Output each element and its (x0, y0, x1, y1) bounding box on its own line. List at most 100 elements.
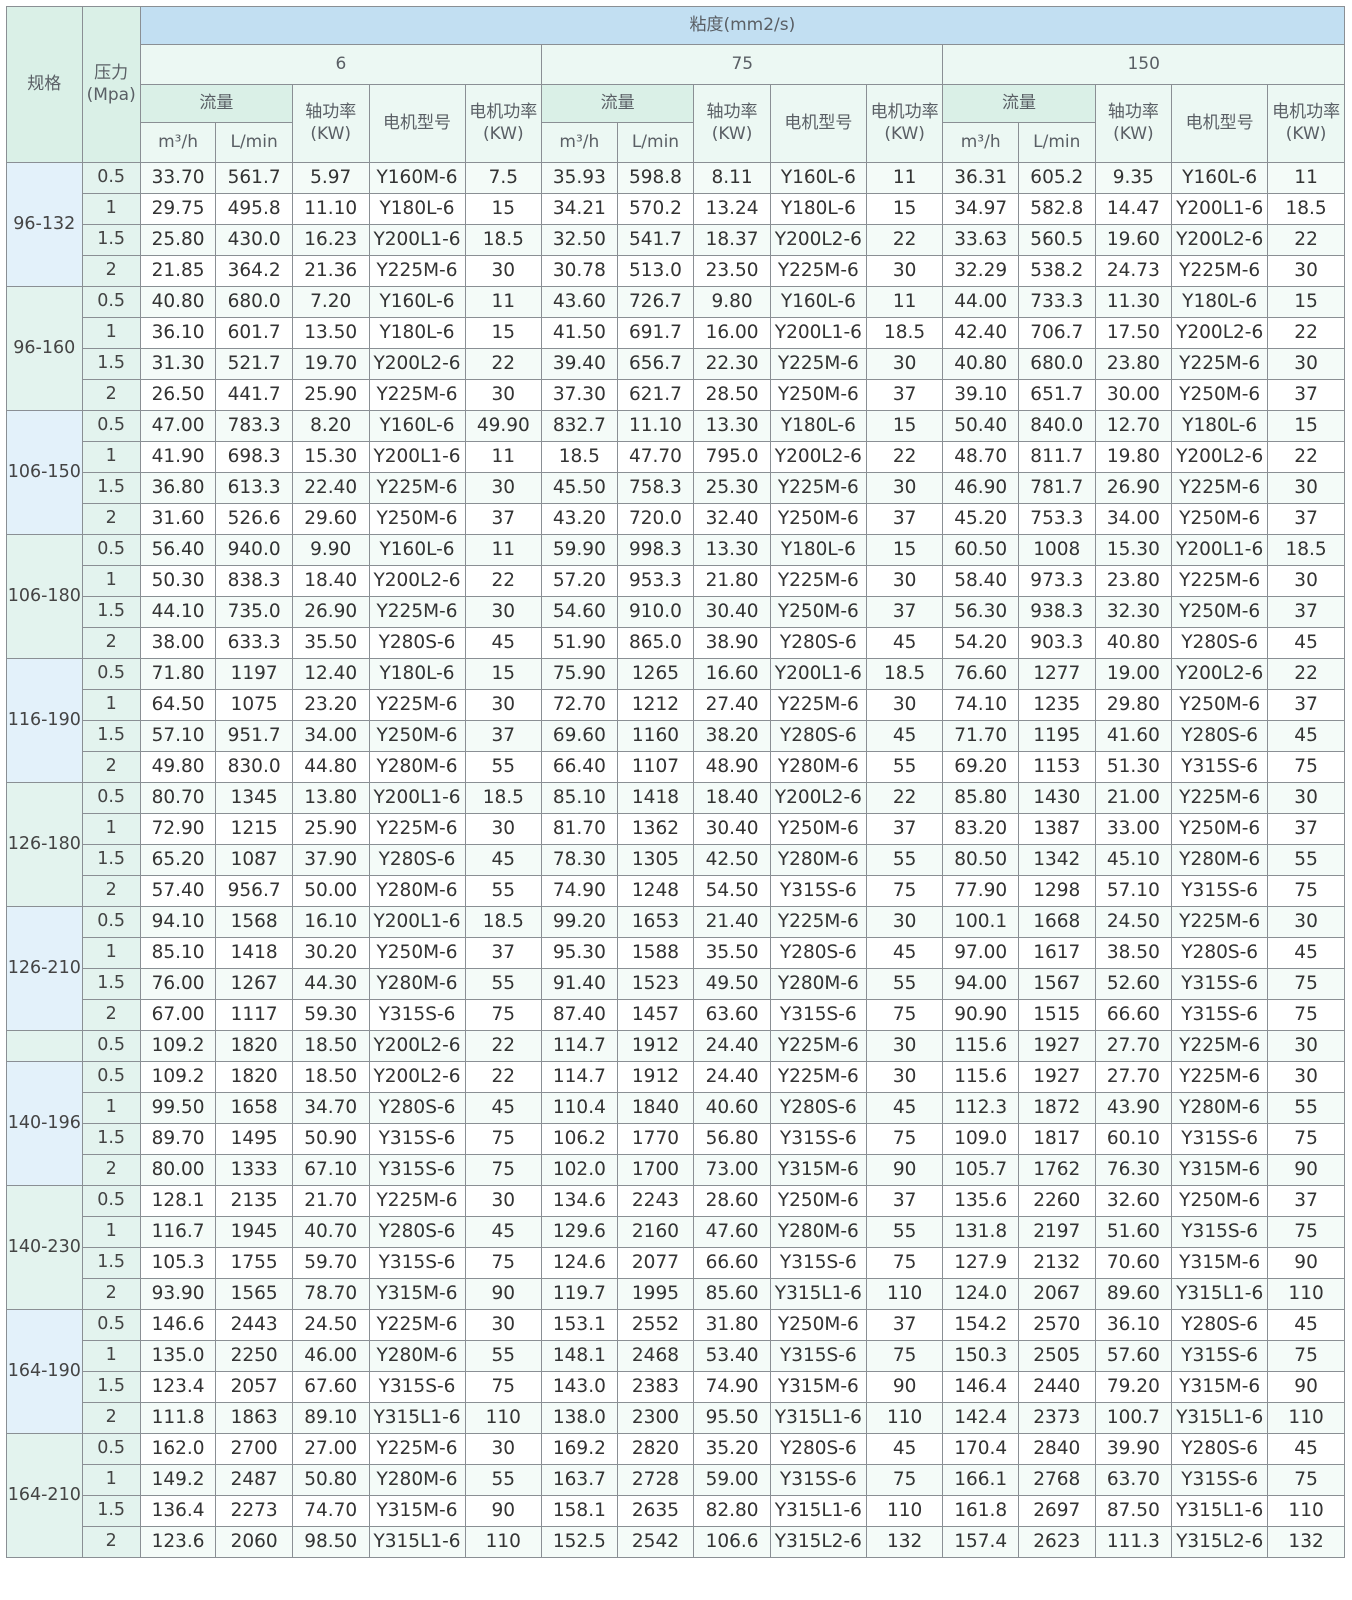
motor-power-cell: 11 (865, 286, 944, 318)
flow-lmin-cell: 2552 (616, 1309, 695, 1341)
motor-power-cell: 110 (865, 1278, 944, 1310)
flow-m3h-cell: 163.7 (541, 1464, 618, 1496)
motor-model-cell: Y315M-6 (1171, 1247, 1269, 1279)
header-shaft-power-label: 轴功率 (706, 102, 758, 123)
flow-lmin-cell: 2057 (215, 1371, 293, 1403)
motor-power-cell: 110 (1267, 1402, 1345, 1434)
spec-cell: 126-210 (6, 906, 83, 1031)
flow-m3h-cell: 45.50 (541, 472, 618, 504)
flow-m3h-cell: 58.40 (942, 565, 1019, 597)
motor-model-cell: Y250M-6 (769, 1185, 867, 1217)
flow-lmin-cell: 1195 (1017, 720, 1096, 752)
motor-model-cell: Y160L-6 (769, 162, 867, 194)
shaft-power-cell: 11.30 (1094, 286, 1173, 318)
motor-model-cell: Y250M-6 (769, 596, 867, 628)
pressure-cell: 1 (81, 317, 141, 349)
motor-model-cell: Y280S-6 (1171, 627, 1269, 659)
motor-model-cell: Y315S-6 (769, 875, 867, 907)
motor-power-cell: 75 (865, 875, 944, 907)
flow-m3h-cell: 119.7 (541, 1278, 618, 1310)
shaft-power-cell: 32.40 (693, 503, 771, 535)
shaft-power-cell: 5.97 (291, 162, 370, 194)
flow-lmin-cell: 1197 (215, 658, 293, 690)
motor-model-cell: Y225M-6 (1171, 782, 1269, 814)
motor-model-cell: Y160M-6 (368, 162, 466, 194)
flow-lmin-cell: 1235 (1017, 689, 1096, 721)
motor-power-cell: 30 (865, 472, 944, 504)
shaft-power-cell: 46.00 (291, 1340, 370, 1372)
header-motor-power-label: 电机功率 (870, 102, 939, 123)
flow-m3h-cell: 138.0 (541, 1402, 618, 1434)
motor-model-cell: Y315S-6 (769, 1123, 867, 1155)
flow-lmin-cell: 11.10 (616, 410, 695, 442)
flow-lmin-cell: 1248 (616, 875, 695, 907)
motor-model-cell: Y315S-6 (368, 1371, 466, 1403)
flow-lmin-cell: 1840 (616, 1092, 695, 1124)
motor-model-cell: Y200L1-6 (1171, 534, 1269, 566)
flow-lmin-cell: 680.0 (215, 286, 293, 318)
motor-power-cell: 15 (464, 193, 543, 225)
shaft-power-cell: 795.0 (693, 441, 771, 473)
shaft-power-cell: 19.80 (1094, 441, 1173, 473)
table-row: 1 29.75 495.8 11.10 Y180L-6 15 34.21 570.2 13.24… (7, 193, 1345, 225)
motor-model-cell: Y280S-6 (769, 720, 867, 752)
shaft-power-cell: 9.35 (1094, 162, 1173, 194)
shaft-power-cell: 45.10 (1094, 844, 1173, 876)
table-row: 1.5 105.3 1755 59.70 Y315S-6 75 124.6 2077 66.60… (7, 1247, 1345, 1279)
motor-power-cell: 22 (464, 1061, 543, 1093)
pressure-cell: 0.5 (81, 1309, 141, 1341)
motor-model-cell: Y280M-6 (368, 875, 466, 907)
flow-lmin-cell: 2697 (1017, 1495, 1096, 1527)
shaft-power-cell: 106.6 (693, 1526, 771, 1558)
motor-power-cell: 22 (1267, 317, 1345, 349)
table-row: 164-190 0.5 146.6 2443 24.50 Y225M-6 30 153.1 25… (6, 1309, 1345, 1434)
flow-m3h-cell: 114.7 (541, 1030, 618, 1062)
shaft-power-cell: 44.80 (291, 751, 370, 783)
motor-power-cell: 30 (464, 596, 543, 628)
flow-lmin-cell: 513.0 (616, 255, 695, 287)
motor-power-cell: 90 (1267, 1247, 1345, 1279)
flow-lmin-cell: 2243 (616, 1185, 695, 1217)
shaft-power-cell: 40.70 (291, 1216, 370, 1248)
flow-m3h-cell: 44.10 (139, 596, 217, 628)
motor-power-cell: 22 (1267, 441, 1345, 473)
pressure-cell: 2 (81, 627, 141, 659)
flow-m3h-cell: 111.8 (139, 1402, 217, 1434)
motor-power-cell: 15 (1267, 410, 1345, 442)
spec-cell: 126-180 (6, 782, 83, 907)
shaft-power-cell: 30.00 (1094, 379, 1173, 411)
table-row: 2 80.00 1333 67.10 Y315S-6 75 102.0 1700 73.00 Y3… (7, 1154, 1345, 1186)
motor-model-cell: Y225M-6 (368, 1433, 466, 1465)
flow-m3h-cell: 54.20 (942, 627, 1019, 659)
flow-lmin-cell: 726.7 (616, 286, 695, 318)
motor-power-cell: 30 (1267, 348, 1345, 380)
motor-model-cell: Y315S-6 (1171, 999, 1269, 1031)
flow-m3h-cell: 32.50 (541, 224, 618, 256)
motor-power-cell: 30 (464, 255, 543, 287)
shaft-power-cell: 31.80 (693, 1309, 771, 1341)
shaft-power-cell: 42.50 (693, 844, 771, 876)
shaft-power-cell: 40.80 (1094, 627, 1173, 659)
motor-model-cell: Y250M-6 (1171, 813, 1269, 845)
motor-power-cell: 75 (464, 1123, 543, 1155)
flow-lmin-cell: 956.7 (215, 875, 293, 907)
pressure-cell: 2 (81, 379, 141, 411)
spec-cell: 106-150 (6, 410, 83, 535)
flow-lmin-cell: 2060 (215, 1526, 293, 1558)
motor-model-cell: Y315M-6 (1171, 1371, 1269, 1403)
motor-model-cell: Y280S-6 (368, 844, 466, 876)
motor-power-cell: 75 (865, 999, 944, 1031)
table-row: 1 99.50 1658 34.70 Y280S-6 45 110.4 1840 40.60 Y2… (7, 1092, 1345, 1124)
motor-power-cell: 55 (464, 751, 543, 783)
pressure-cell: 1.5 (81, 1247, 141, 1279)
motor-power-cell: 75 (865, 1464, 944, 1496)
shaft-power-cell: 53.40 (693, 1340, 771, 1372)
shaft-power-cell: 24.73 (1094, 255, 1173, 287)
motor-power-cell: 30 (464, 379, 543, 411)
table-row: 116-190 0.5 71.80 1197 12.40 Y180L-6 15 75.90 12… (6, 658, 1345, 783)
flow-m3h-cell: 90.90 (942, 999, 1019, 1031)
motor-model-cell: Y225M-6 (769, 1030, 867, 1062)
flow-m3h-cell: 41.50 (541, 317, 618, 349)
flow-lmin-cell: 1333 (215, 1154, 293, 1186)
flow-m3h-cell: 69.60 (541, 720, 618, 752)
